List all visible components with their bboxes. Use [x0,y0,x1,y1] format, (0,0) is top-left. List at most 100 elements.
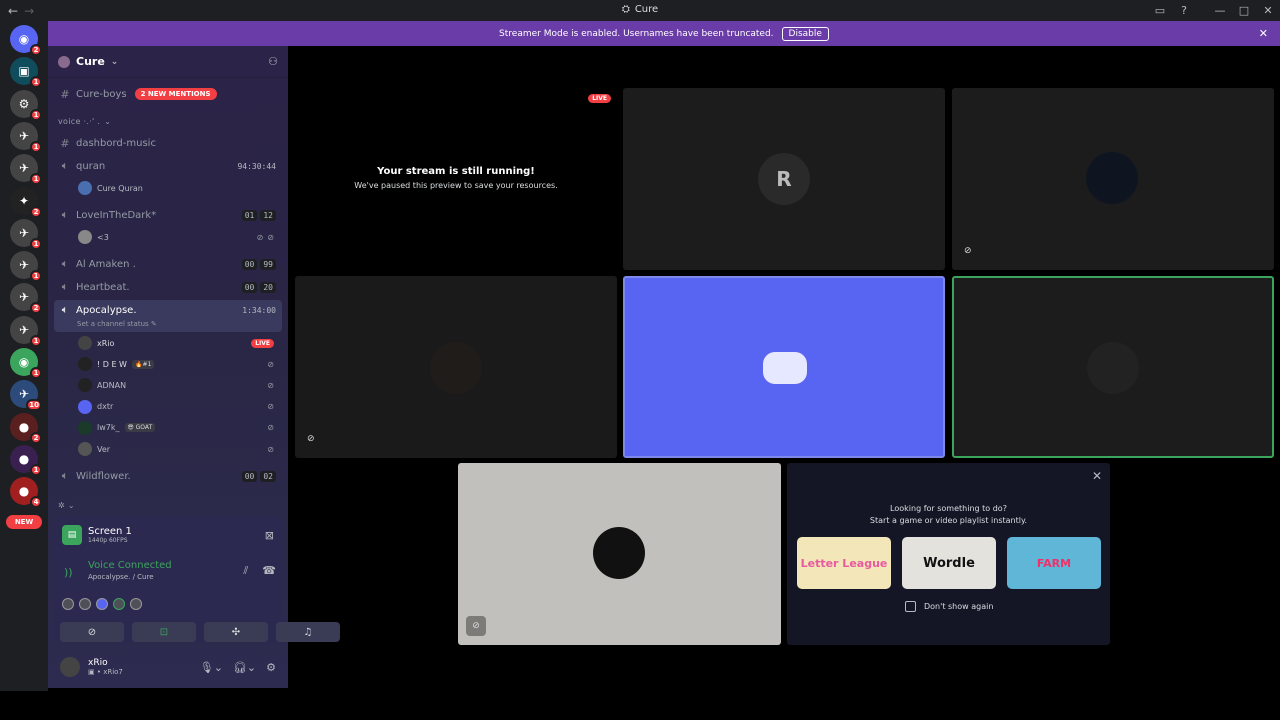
screen-share-status[interactable]: ▤ Screen 1 1440p 60FPS ⊠ [62,522,282,548]
server-icon[interactable]: ● 1 [10,444,42,476]
server-icon[interactable]: ▣ 1 [10,57,42,89]
channel-loveinthedark[interactable]: 🔈︎ LoveInTheDark* 01 12 [54,205,282,225]
voice-user[interactable]: lw7k_ 😎 GOAT ⊘ [78,419,278,437]
screen-share-icon: ⊡ [159,626,169,638]
disable-button[interactable]: Disable [781,26,829,41]
channel-timer: 1:34:00 [242,305,276,315]
voice-user[interactable]: Cure Quran [78,179,278,197]
voice-user[interactable]: ADNAN ⊘ [78,376,278,394]
muted-icon: ⊘ [267,423,274,433]
avatar: R [758,153,810,205]
avatar[interactable] [96,598,108,610]
speaker-icon: 🔈︎ [61,159,69,172]
voice-user[interactable]: ! D E W 🔥#1 ⊘ [78,355,278,373]
help-icon[interactable]: ? [1172,4,1196,17]
server-icon[interactable]: ◉ 2 [10,25,42,56]
participant-tile[interactable]: ⊘ [295,276,617,458]
paused-stream-tile[interactable]: LIVE Your stream is still running! We've… [295,88,617,270]
close-window-button[interactable]: ✕ [1256,4,1280,17]
server-header[interactable]: Cure ⌄ ⚇ [48,46,288,78]
channel-al-amaken[interactable]: 🔈︎ Al Amaken . 00 99 [54,254,282,274]
close-icon[interactable]: ✕ [1092,469,1102,483]
activity-card-wordle[interactable]: Wordle [902,537,996,589]
server-icon[interactable]: ✦ 2 [10,186,42,218]
channel-apocalypse[interactable]: 🔈︎ Apocalypse. 1:34:00 [54,300,282,320]
voice-user[interactable]: <3 ⊘ ⊘ [78,228,278,246]
participant-tile[interactable]: ⊘ [952,88,1274,270]
channel-cure-boys[interactable]: # Cure-boys 2 NEW MENTIONS [54,84,282,104]
channel-label: dashbord-music [76,137,156,149]
user-name: dxtr [97,402,114,412]
server-icon[interactable]: ✈ 2 [10,283,42,315]
unread-badge: 1 [30,140,42,153]
avatar [78,420,92,435]
minimize-button[interactable]: — [1208,4,1232,17]
screen-quality: 1440p 60FPS [88,537,128,544]
user-limit: 02 [260,470,276,482]
avatar[interactable] [113,598,125,610]
channel-status[interactable]: Set a channel status ✎ [77,320,157,328]
share-screen-button[interactable]: ⊡ [132,622,196,642]
channel-sidebar: Cure ⌄ ⚇ # Cure-boys 2 NEW MENTIONS voic… [48,46,340,688]
activity-card-farm[interactable]: FARM [1007,537,1101,589]
voice-panel: ▤ Screen 1 1440p 60FPS ⊠ )) Voice Connec… [54,516,340,642]
dont-show-again[interactable]: Don't show again [905,601,993,612]
noise-suppression-icon[interactable]: ⫽ [243,564,248,578]
microphone-icon[interactable]: 🎙︎⌄ [200,661,223,674]
user-panel: xRio ▣ • xRio7 🎙︎⌄ 🎧︎⌄ ⚙ [48,646,288,688]
hash-icon: # [60,136,70,150]
avatar[interactable] [62,598,74,610]
disconnect-icon[interactable]: ☎ [262,564,276,578]
server-icon[interactable]: ✈ 1 [10,154,42,186]
participant-tile[interactable]: ⊘ [458,463,781,645]
activity-card-letter-league[interactable]: Letter League [797,537,891,589]
new-badge[interactable]: NEW [6,515,42,529]
server-icon[interactable]: ✈ 1 [10,251,42,283]
headphones-icon[interactable]: 🎧︎⌄ [233,661,256,674]
server-icon[interactable]: ✈ 1 [10,218,42,250]
close-icon[interactable]: ✕ [1259,27,1268,40]
checkbox[interactable] [905,601,916,612]
channel-heartbeat[interactable]: 🔈︎ Heartbeat. 00 20 [54,277,282,297]
window-title: ⛭ Cure [621,4,659,15]
server-icon[interactable]: ✈ 10 [10,380,42,412]
gear-icon[interactable]: ⚙ [266,661,276,674]
signal-icon: )) [64,566,73,579]
voice-user[interactable]: dxtr ⊘ [78,398,278,416]
server-icon[interactable]: ◉ 1 [10,348,42,379]
channel-label: Cure-boys [76,88,127,100]
camera-button[interactable]: ⊘ [60,622,124,642]
invite-icon[interactable]: ⚇ [268,55,278,68]
voice-connected: )) Voice Connected Apocalypse. / Cure ⫽ ☎ [62,560,282,581]
channel-quran[interactable]: 🔈︎ quran 94:30:44 [54,156,282,176]
muted-icon: ⊘ [267,232,274,242]
chevron-down-icon: ⌄ [104,116,112,126]
category-collapsed[interactable]: ✲ ⌄ [54,498,282,512]
avatar[interactable] [130,598,142,610]
channel-dashbord-music[interactable]: # dashbord-music [54,133,282,153]
channel-wildflower[interactable]: 🔈︎ Wildflower. 00 02 [54,466,282,486]
server-icon[interactable]: ✈ 1 [10,121,42,153]
category-label: voice ·.·' . [58,116,101,126]
channel-label: LoveInTheDark* [76,209,157,221]
stop-stream-icon[interactable]: ⊠ [265,529,274,542]
category-voice[interactable]: voice ·.·' . ⌄ [54,114,282,128]
server-icon[interactable]: ● 4 [10,477,42,509]
voice-actions: ⊘ ⊡ ✣ ♫ [60,622,340,642]
avatar[interactable] [60,657,80,677]
voice-user[interactable]: Ver ⊘ [78,440,278,458]
participant-tile[interactable]: R [623,88,945,270]
server-icon[interactable]: ● 2 [10,412,42,444]
voice-user[interactable]: xRio LIVE [78,334,278,352]
participant-tile-speaking[interactable] [952,276,1274,458]
inbox-icon[interactable]: ▭ [1148,4,1172,17]
avatar[interactable] [79,598,91,610]
user-count: 00 [241,281,258,293]
server-icon[interactable]: ⚙ 1 [10,89,42,121]
maximize-button[interactable]: □ [1232,4,1256,17]
soundboard-button[interactable]: ♫ [276,622,340,642]
participant-tile[interactable] [623,276,945,458]
server-icon[interactable]: ✈ 1 [10,315,42,347]
user-count: 00 [241,258,258,270]
activities-button[interactable]: ✣ [204,622,268,642]
